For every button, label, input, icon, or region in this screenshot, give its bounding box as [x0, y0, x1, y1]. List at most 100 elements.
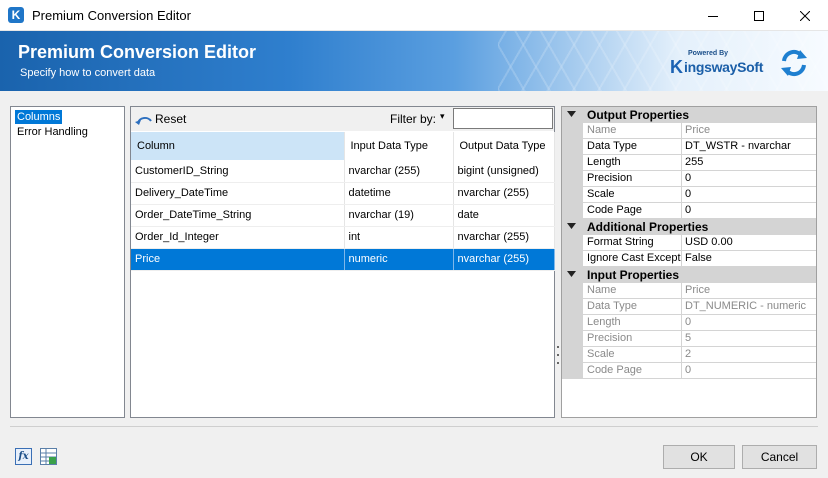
prop-row[interactable]: Data Type DT_NUMERIC - numeric — [562, 299, 816, 315]
prop-row[interactable]: Precision 0 — [562, 171, 816, 187]
category-additional-properties[interactable]: Additional Properties — [562, 219, 816, 235]
prop-name: Scale — [583, 347, 682, 363]
splitter-handle[interactable] — [556, 346, 560, 378]
table-row[interactable]: CustomerID_String nvarchar (255) bigint … — [131, 160, 555, 183]
logo-powered-by: Powered By — [688, 50, 729, 57]
maximize-button[interactable] — [736, 0, 782, 31]
cell-input-type: numeric — [344, 248, 454, 271]
cell-input-type: nvarchar (255) — [344, 160, 454, 183]
refresh-icon — [781, 49, 807, 77]
prop-row[interactable]: Data Type DT_WSTR - nvarchar — [562, 139, 816, 155]
prop-value[interactable]: 2 — [682, 347, 816, 363]
filter-dropdown-icon[interactable]: ▾ — [440, 111, 445, 122]
prop-name: Code Page — [583, 203, 682, 219]
prop-value[interactable]: False — [682, 251, 816, 267]
prop-row[interactable]: Code Page 0 — [562, 203, 816, 219]
prop-name: Code Page — [583, 363, 682, 379]
collapse-arrow-icon[interactable] — [567, 223, 576, 230]
footer-divider — [10, 426, 818, 427]
prop-value[interactable]: 0 — [682, 171, 816, 187]
prop-value[interactable]: 255 — [682, 155, 816, 171]
title-bar: K Premium Conversion Editor — [0, 0, 828, 31]
prop-value[interactable]: 0 — [682, 363, 816, 379]
nav-item-error-handling[interactable]: Error Handling — [15, 125, 90, 139]
header-subtitle: Specify how to convert data — [20, 67, 156, 79]
prop-value[interactable]: 5 — [682, 331, 816, 347]
cell-column: CustomerID_String — [131, 160, 345, 183]
window-title: Premium Conversion Editor — [32, 8, 191, 23]
grid-toolbar: Reset Filter by: ▾ — [131, 107, 554, 131]
filter-input[interactable] — [453, 108, 553, 129]
prop-name: Format String — [583, 235, 682, 251]
prop-row[interactable]: Format String USD 0.00 — [562, 235, 816, 251]
prop-row[interactable]: Length 255 — [562, 155, 816, 171]
cell-output-type[interactable]: date — [453, 204, 555, 227]
category-output-properties[interactable]: Output Properties — [562, 107, 816, 123]
reset-button[interactable]: Reset — [135, 111, 186, 127]
prop-row[interactable]: Name Price — [562, 123, 816, 139]
prop-value[interactable]: DT_NUMERIC - numeric — [682, 299, 816, 315]
prop-row[interactable]: Length 0 — [562, 315, 816, 331]
prop-name: Length — [583, 155, 682, 171]
minimize-icon — [708, 15, 718, 17]
table-row[interactable]: Order_DateTime_String nvarchar (19) date — [131, 204, 555, 227]
prop-row[interactable]: Precision 5 — [562, 331, 816, 347]
nav-list: Columns Error Handling — [10, 106, 125, 418]
close-icon — [800, 10, 810, 21]
reset-label: Reset — [155, 112, 187, 126]
prop-name: Length — [583, 315, 682, 331]
columns-panel: Reset Filter by: ▾ Column Input Data Typ… — [130, 106, 555, 418]
cell-input-type: nvarchar (19) — [344, 204, 454, 227]
prop-row[interactable]: Name Price — [562, 283, 816, 299]
column-header-output-type[interactable]: Output Data Type — [453, 132, 555, 160]
cell-output-type[interactable]: bigint (unsigned) — [453, 160, 555, 183]
prop-value[interactable]: Price — [682, 123, 816, 139]
prop-row[interactable]: Scale 0 — [562, 187, 816, 203]
logo-k-mark: K — [670, 57, 683, 77]
column-header-input-type[interactable]: Input Data Type — [344, 132, 454, 160]
cell-column: Order_Id_Integer — [131, 226, 345, 249]
prop-row[interactable]: Code Page 0 — [562, 363, 816, 379]
prop-name: Name — [583, 283, 682, 299]
prop-value[interactable]: 0 — [682, 315, 816, 331]
prop-name: Ignore Cast Exception — [583, 251, 682, 267]
prop-row[interactable]: Scale 2 — [562, 347, 816, 363]
minimize-button[interactable] — [690, 0, 736, 31]
table-row[interactable]: Order_Id_Integer int nvarchar (255) — [131, 226, 555, 249]
fx-icon[interactable]: fx — [15, 448, 32, 465]
reset-icon — [135, 117, 152, 125]
grid-settings-icon[interactable] — [40, 448, 57, 465]
cell-output-type[interactable]: nvarchar (255) — [453, 248, 555, 271]
filter-label: Filter by: — [390, 112, 437, 126]
cancel-button[interactable]: Cancel — [742, 445, 817, 469]
maximize-icon — [754, 10, 764, 21]
cell-output-type[interactable]: nvarchar (255) — [453, 226, 555, 249]
header-banner: Premium Conversion Editor Specify how to… — [0, 31, 828, 91]
logo-brand: ingswaySoft — [684, 59, 764, 75]
close-button[interactable] — [782, 0, 828, 31]
cell-column: Order_DateTime_String — [131, 204, 345, 227]
prop-row[interactable]: Ignore Cast ExceptionFalse — [562, 251, 816, 267]
prop-name: Precision — [583, 331, 682, 347]
property-grid: Output Properties Name Price Data Type DT_… — [561, 106, 817, 418]
prop-name: Scale — [583, 187, 682, 203]
cell-output-type[interactable]: nvarchar (255) — [453, 182, 555, 205]
column-header-column[interactable]: Column — [131, 132, 345, 160]
table-row-selected[interactable]: Price numeric nvarchar (255) — [131, 248, 555, 271]
nav-item-columns[interactable]: Columns — [15, 110, 63, 124]
prop-value[interactable]: Price — [682, 283, 816, 299]
collapse-arrow-icon[interactable] — [567, 271, 576, 278]
prop-value[interactable]: 0 — [682, 187, 816, 203]
prop-value[interactable]: 0 — [682, 203, 816, 219]
app-icon: K — [8, 7, 24, 23]
prop-name: Data Type — [583, 299, 682, 315]
ok-button[interactable]: OK — [663, 445, 735, 469]
table-row[interactable]: Delivery_DateTime datetime nvarchar (255… — [131, 182, 555, 205]
prop-name: Data Type — [583, 139, 682, 155]
prop-value[interactable]: USD 0.00 — [682, 235, 816, 251]
collapse-arrow-icon[interactable] — [567, 111, 576, 118]
category-input-properties[interactable]: Input Properties — [562, 267, 816, 283]
prop-name: Name — [583, 123, 682, 139]
prop-value[interactable]: DT_WSTR - nvarchar — [682, 139, 816, 155]
header-title: Premium Conversion Editor — [18, 42, 257, 62]
